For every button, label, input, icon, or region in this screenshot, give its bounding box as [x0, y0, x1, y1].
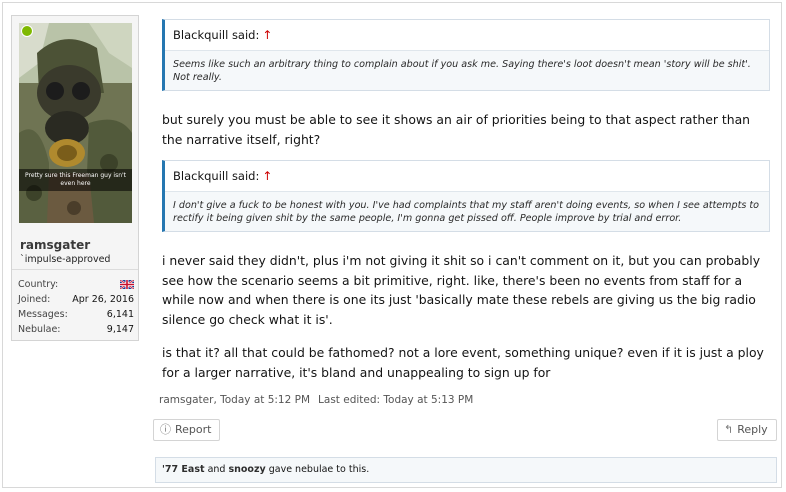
- username[interactable]: ramsgater: [20, 238, 90, 252]
- message-paragraph: is that it? all that could be fathomed? …: [162, 343, 774, 382]
- quote-block: Blackquill said: ↑ I don't give a fuck to…: [162, 160, 770, 232]
- jump-to-quote-arrow-icon[interactable]: ↑: [262, 28, 272, 42]
- quote-text: I don't give a fuck to be honest with yo…: [173, 200, 760, 224]
- likes-suffix: gave nebulae to this.: [268, 464, 370, 475]
- info-country: Country:: [18, 278, 134, 292]
- likes-summary: '77 East and snoozy gave nebulae to this…: [155, 457, 777, 483]
- divider: [12, 269, 138, 270]
- forum-post: Pretty sure this Freeman guy isn't even …: [2, 2, 782, 488]
- info-nebulae: Nebulae: 9,147: [18, 323, 134, 337]
- message-text: but surely you must be able to see it sh…: [162, 112, 751, 147]
- last-edited: Last edited: Today at 5:13 PM: [318, 394, 474, 406]
- quote-block: Blackquill said: ↑ Seems like such an arb…: [162, 19, 770, 91]
- post-author-time[interactable]: ramsgater, Today at 5:12 PM: [159, 394, 310, 406]
- info-joined: Joined: Apr 26, 2016: [18, 293, 134, 307]
- avatar[interactable]: Pretty sure this Freeman guy isn't even …: [19, 23, 132, 223]
- avatar-photo: [19, 23, 132, 223]
- info-label: Joined:: [18, 294, 51, 305]
- post-meta: ramsgater, Today at 5:12 PM Last edited: …: [159, 394, 473, 406]
- liker-link[interactable]: snoozy: [228, 464, 265, 475]
- message-text: is that it? all that could be fathomed? …: [162, 345, 764, 380]
- uk-flag-icon: [120, 280, 134, 289]
- info-label: Nebulae:: [18, 324, 61, 335]
- info-value: Apr 26, 2016: [72, 294, 134, 305]
- info-value: 9,147: [106, 324, 134, 335]
- quote-header: Blackquill said: ↑: [165, 20, 769, 51]
- reply-button[interactable]: ↰ Reply: [717, 419, 777, 441]
- user-sidebar: Pretty sure this Freeman guy isn't even …: [11, 15, 139, 341]
- reply-arrow-icon: ↰: [724, 423, 734, 436]
- liker-link[interactable]: '77 East: [162, 464, 205, 475]
- message-paragraph: but surely you must be able to see it sh…: [162, 110, 774, 149]
- jump-to-quote-arrow-icon[interactable]: ↑: [262, 169, 272, 183]
- message-paragraph: i never said they didn't, plus i'm not g…: [162, 251, 774, 329]
- user-title: `impulse-approved: [20, 254, 111, 265]
- info-value[interactable]: 6,141: [107, 308, 134, 322]
- quote-author: Blackquill said:: [173, 169, 260, 183]
- likes-and: and: [207, 464, 226, 475]
- reply-label: Reply: [737, 423, 768, 436]
- message-text: i never said they didn't, plus i'm not g…: [162, 253, 761, 327]
- info-messages: Messages: 6,141: [18, 308, 134, 322]
- report-label: Report: [175, 423, 212, 436]
- quote-text: Seems like such an arbitrary thing to co…: [173, 59, 751, 83]
- online-status-dot: [21, 25, 33, 37]
- quote-header: Blackquill said: ↑: [165, 161, 769, 192]
- report-icon: ⓘ: [160, 423, 171, 436]
- avatar-caption: Pretty sure this Freeman guy isn't even …: [19, 169, 132, 191]
- info-label: Messages:: [18, 309, 68, 320]
- report-button[interactable]: ⓘ Report: [153, 419, 221, 441]
- quote-author: Blackquill said:: [173, 28, 260, 42]
- info-label: Country:: [18, 279, 59, 290]
